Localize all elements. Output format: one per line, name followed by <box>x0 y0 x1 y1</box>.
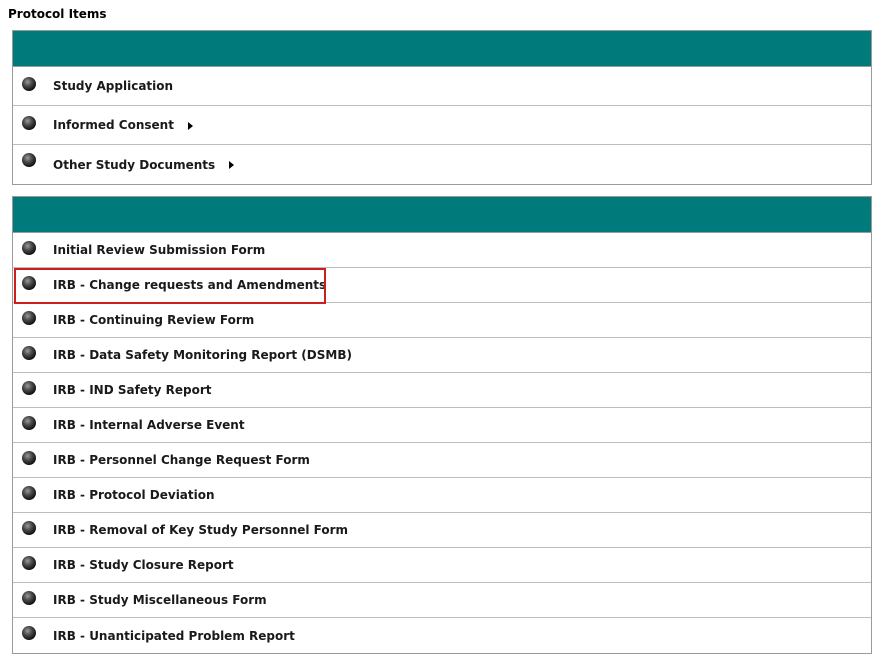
item-label[interactable]: IRB - Removal of Key Study Personnel For… <box>53 523 348 537</box>
panel-header <box>13 31 871 67</box>
item-label[interactable]: IRB - Continuing Review Form <box>53 313 254 327</box>
bullet-icon <box>22 556 36 570</box>
list-item-removal-key-personnel[interactable]: IRB - Removal of Key Study Personnel For… <box>13 513 871 548</box>
bullet-icon <box>22 346 36 360</box>
list-item-other-study-documents[interactable]: Other Study Documents <box>13 145 871 184</box>
expand-arrow-icon[interactable] <box>187 121 193 130</box>
bullet-icon <box>22 451 36 465</box>
bullet-icon <box>22 626 36 640</box>
list-item-initial-review[interactable]: Initial Review Submission Form <box>13 233 871 268</box>
list-item-change-requests[interactable]: IRB - Change requests and Amendments <box>13 268 871 303</box>
protocol-items-panel: Study Application Informed Consent Other… <box>12 30 872 185</box>
item-label[interactable]: IRB - Personnel Change Request Form <box>53 453 310 467</box>
bullet-icon <box>22 486 36 500</box>
item-label[interactable]: IRB - Data Safety Monitoring Report (DSM… <box>53 348 352 362</box>
list-item-ind-safety[interactable]: IRB - IND Safety Report <box>13 373 871 408</box>
item-label[interactable]: IRB - Unanticipated Problem Report <box>53 629 295 643</box>
bullet-icon <box>22 241 36 255</box>
bullet-icon <box>22 416 36 430</box>
list-item-study-application[interactable]: Study Application <box>13 67 871 106</box>
bullet-icon <box>22 77 36 91</box>
list-item-unanticipated-problem[interactable]: IRB - Unanticipated Problem Report <box>13 618 871 653</box>
section-title: Protocol Items <box>8 7 107 21</box>
item-label[interactable]: Study Application <box>53 79 173 93</box>
list-item-continuing-review[interactable]: IRB - Continuing Review Form <box>13 303 871 338</box>
list-item-informed-consent[interactable]: Informed Consent <box>13 106 871 145</box>
irb-forms-panel: Initial Review Submission Form IRB - Cha… <box>12 196 872 654</box>
item-label[interactable]: IRB - Study Closure Report <box>53 558 234 572</box>
bullet-icon <box>22 116 36 130</box>
bullet-icon <box>22 521 36 535</box>
item-label[interactable]: IRB - Study Miscellaneous Form <box>53 593 267 607</box>
bullet-icon <box>22 591 36 605</box>
bullet-icon <box>22 311 36 325</box>
item-label[interactable]: IRB - Change requests and Amendments <box>53 278 326 292</box>
list-item-dsmb[interactable]: IRB - Data Safety Monitoring Report (DSM… <box>13 338 871 373</box>
list-item-internal-adverse-event[interactable]: IRB - Internal Adverse Event <box>13 408 871 443</box>
list-item-personnel-change[interactable]: IRB - Personnel Change Request Form <box>13 443 871 478</box>
item-label[interactable]: IRB - Protocol Deviation <box>53 488 215 502</box>
list-item-protocol-deviation[interactable]: IRB - Protocol Deviation <box>13 478 871 513</box>
bullet-icon <box>22 381 36 395</box>
list-item-study-misc[interactable]: IRB - Study Miscellaneous Form <box>13 583 871 618</box>
item-label[interactable]: Informed Consent <box>53 118 174 132</box>
item-label[interactable]: Other Study Documents <box>53 158 215 172</box>
item-label[interactable]: Initial Review Submission Form <box>53 243 265 257</box>
panel-header <box>13 197 871 233</box>
item-label[interactable]: IRB - Internal Adverse Event <box>53 418 245 432</box>
item-label[interactable]: IRB - IND Safety Report <box>53 383 212 397</box>
bullet-icon <box>22 153 36 167</box>
bullet-icon <box>22 276 36 290</box>
expand-arrow-icon[interactable] <box>229 161 235 169</box>
list-item-study-closure[interactable]: IRB - Study Closure Report <box>13 548 871 583</box>
